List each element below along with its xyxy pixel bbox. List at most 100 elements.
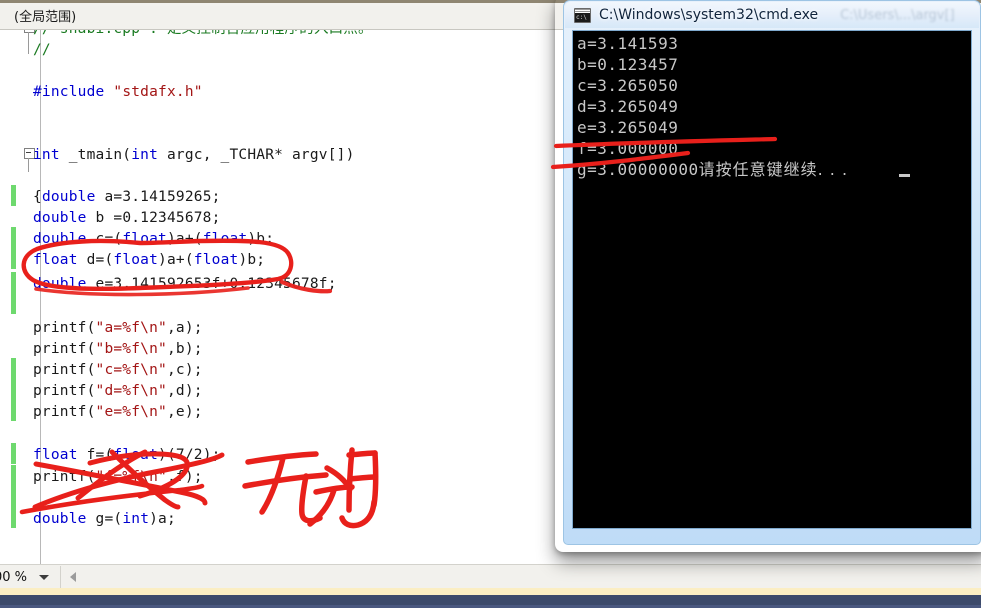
change-indicator-bar — [11, 185, 16, 206]
code-token: { — [33, 189, 42, 205]
console-window[interactable]: C:\Windows\system32\cmd.exe C:\Users\...… — [563, 0, 981, 545]
code-line[interactable]: float d=(float)a+(float)b; — [33, 250, 265, 271]
outline-guide-line — [28, 158, 29, 172]
code-line[interactable]: double c=(float)a+(float)b; — [33, 229, 274, 250]
code-line[interactable]: // — [33, 40, 51, 61]
code-token: g=( — [86, 511, 123, 527]
console-line: f=3.000000 — [577, 139, 679, 158]
console-line: e=3.265049 — [577, 118, 679, 137]
code-token: float — [33, 447, 78, 463]
code-line[interactable]: double g=(int)a; — [33, 509, 176, 530]
chevron-down-icon[interactable] — [39, 574, 50, 580]
code-token: float — [193, 252, 239, 268]
change-indicator-bar — [11, 293, 16, 314]
code-token: ,d); — [166, 383, 203, 399]
scope-dropdown[interactable]: (全局范围) — [0, 6, 76, 29]
code-token: ,e); — [166, 404, 203, 420]
status-bar: 00 % — [0, 564, 981, 589]
console-line: b=0.123457 — [577, 55, 679, 74]
code-line[interactable]: double e=3.141592653f+0.12345678f; — [33, 274, 337, 295]
console-line: a=3.141593 — [577, 34, 679, 53]
code-token: float — [202, 231, 248, 247]
code-token: ,f); — [166, 469, 203, 485]
code-token: #include — [33, 84, 105, 100]
console-title-bar[interactable]: C:\Windows\system32\cmd.exe C:\Users\...… — [563, 0, 981, 30]
code-token: // shabi.cpp : 定义控制台应用程序的入口点。 — [33, 30, 373, 37]
code-token: int — [131, 147, 159, 163]
code-token: )(7/2); — [158, 447, 221, 463]
code-token: d=( — [77, 252, 114, 268]
code-token: c=( — [86, 231, 123, 247]
console-title-ghost-text: C:\Users\...\argv[] — [840, 7, 955, 23]
code-line[interactable]: printf("f=%f\n",f); — [33, 467, 203, 488]
code-token: double — [33, 276, 87, 292]
change-indicator-bar — [11, 507, 16, 528]
code-line[interactable]: {double a=3.14159265; — [33, 187, 221, 208]
code-token: printf( — [33, 362, 96, 378]
code-token: float — [122, 231, 167, 247]
code-token: double — [33, 231, 87, 247]
code-token: ,b); — [166, 341, 203, 357]
code-token: "a=%f\n" — [95, 320, 167, 336]
code-line[interactable]: printf("a=%f\n",a); — [33, 318, 203, 339]
code-token: "d=%f\n" — [95, 383, 167, 399]
console-line: d=3.265049 — [577, 97, 679, 116]
console-press-any-key-text: 请按任意键继续. . . — [698, 160, 849, 179]
code-token: printf( — [33, 404, 96, 420]
code-token: int — [33, 147, 60, 163]
code-line[interactable]: printf("c=%f\n",c); — [33, 360, 203, 381]
console-line: g=3.00000000请按任意键继续. . . — [577, 160, 849, 179]
background-band-cream — [0, 588, 981, 595]
code-token: float — [113, 252, 159, 268]
change-indicator-bar — [11, 248, 16, 269]
console-line: c=3.265050 — [577, 76, 679, 95]
code-line[interactable]: #include "stdafx.h" — [33, 82, 203, 103]
code-line[interactable]: // shabi.cpp : 定义控制台应用程序的入口点。 — [33, 30, 373, 40]
outline-guide-line — [28, 32, 29, 54]
change-indicator-bar — [11, 358, 16, 379]
block-cursor-icon — [899, 174, 910, 177]
code-token: argc, _TCHAR* argv[]) — [158, 147, 355, 163]
status-divider — [60, 566, 62, 588]
code-token: )b; — [247, 231, 275, 247]
code-token: double — [41, 189, 96, 205]
code-token: float — [33, 252, 78, 268]
code-token: printf( — [33, 469, 96, 485]
change-indicator-bar — [11, 272, 16, 293]
code-token: )a+( — [158, 252, 194, 268]
code-line[interactable]: printf("e=%f\n",e); — [33, 402, 203, 423]
code-token: double — [33, 210, 87, 226]
change-indicator-bar — [11, 400, 16, 421]
cmd-window-icon — [574, 7, 591, 23]
code-token: "e=%f\n" — [95, 404, 167, 420]
change-indicator-bar — [11, 465, 16, 486]
code-token: )a+( — [166, 231, 203, 247]
code-token: float — [113, 447, 159, 463]
taskbar-band — [0, 595, 981, 605]
code-line[interactable]: float f=(float)(7/2); — [33, 445, 221, 466]
zoom-level-value[interactable]: 00 % — [0, 570, 27, 585]
code-token: "c=%f\n" — [95, 362, 167, 378]
code-token: int — [122, 511, 150, 527]
change-indicator-bar — [11, 486, 16, 507]
code-token: ,c); — [166, 362, 203, 378]
code-line[interactable]: int _tmain(int argc, _TCHAR* argv[]) — [33, 145, 355, 166]
code-token: _tmain( — [59, 147, 132, 163]
code-token: // — [33, 42, 51, 58]
code-line[interactable]: printf("b=%f\n",b); — [33, 339, 203, 360]
code-token: b =0.12345678; — [86, 210, 221, 226]
code-token: "b=%f\n" — [95, 341, 167, 357]
code-token: )a; — [149, 511, 176, 527]
console-output-area[interactable]: a=3.141593 b=0.123457 c=3.265050 d=3.265049… — [572, 30, 972, 529]
change-indicator-bar — [11, 443, 16, 464]
code-token: "f=%f\n" — [95, 469, 167, 485]
code-token: "stdafx.h" — [113, 84, 203, 100]
code-token: printf( — [33, 383, 96, 399]
code-token: f=( — [77, 447, 114, 463]
code-token: double — [33, 511, 87, 527]
code-token: a=3.14159265; — [95, 189, 221, 205]
code-line[interactable]: printf("d=%f\n",d); — [33, 381, 203, 402]
code-token: printf( — [33, 320, 96, 336]
scroll-left-arrow-icon[interactable] — [70, 572, 77, 582]
code-line[interactable]: double b =0.12345678; — [33, 208, 221, 229]
